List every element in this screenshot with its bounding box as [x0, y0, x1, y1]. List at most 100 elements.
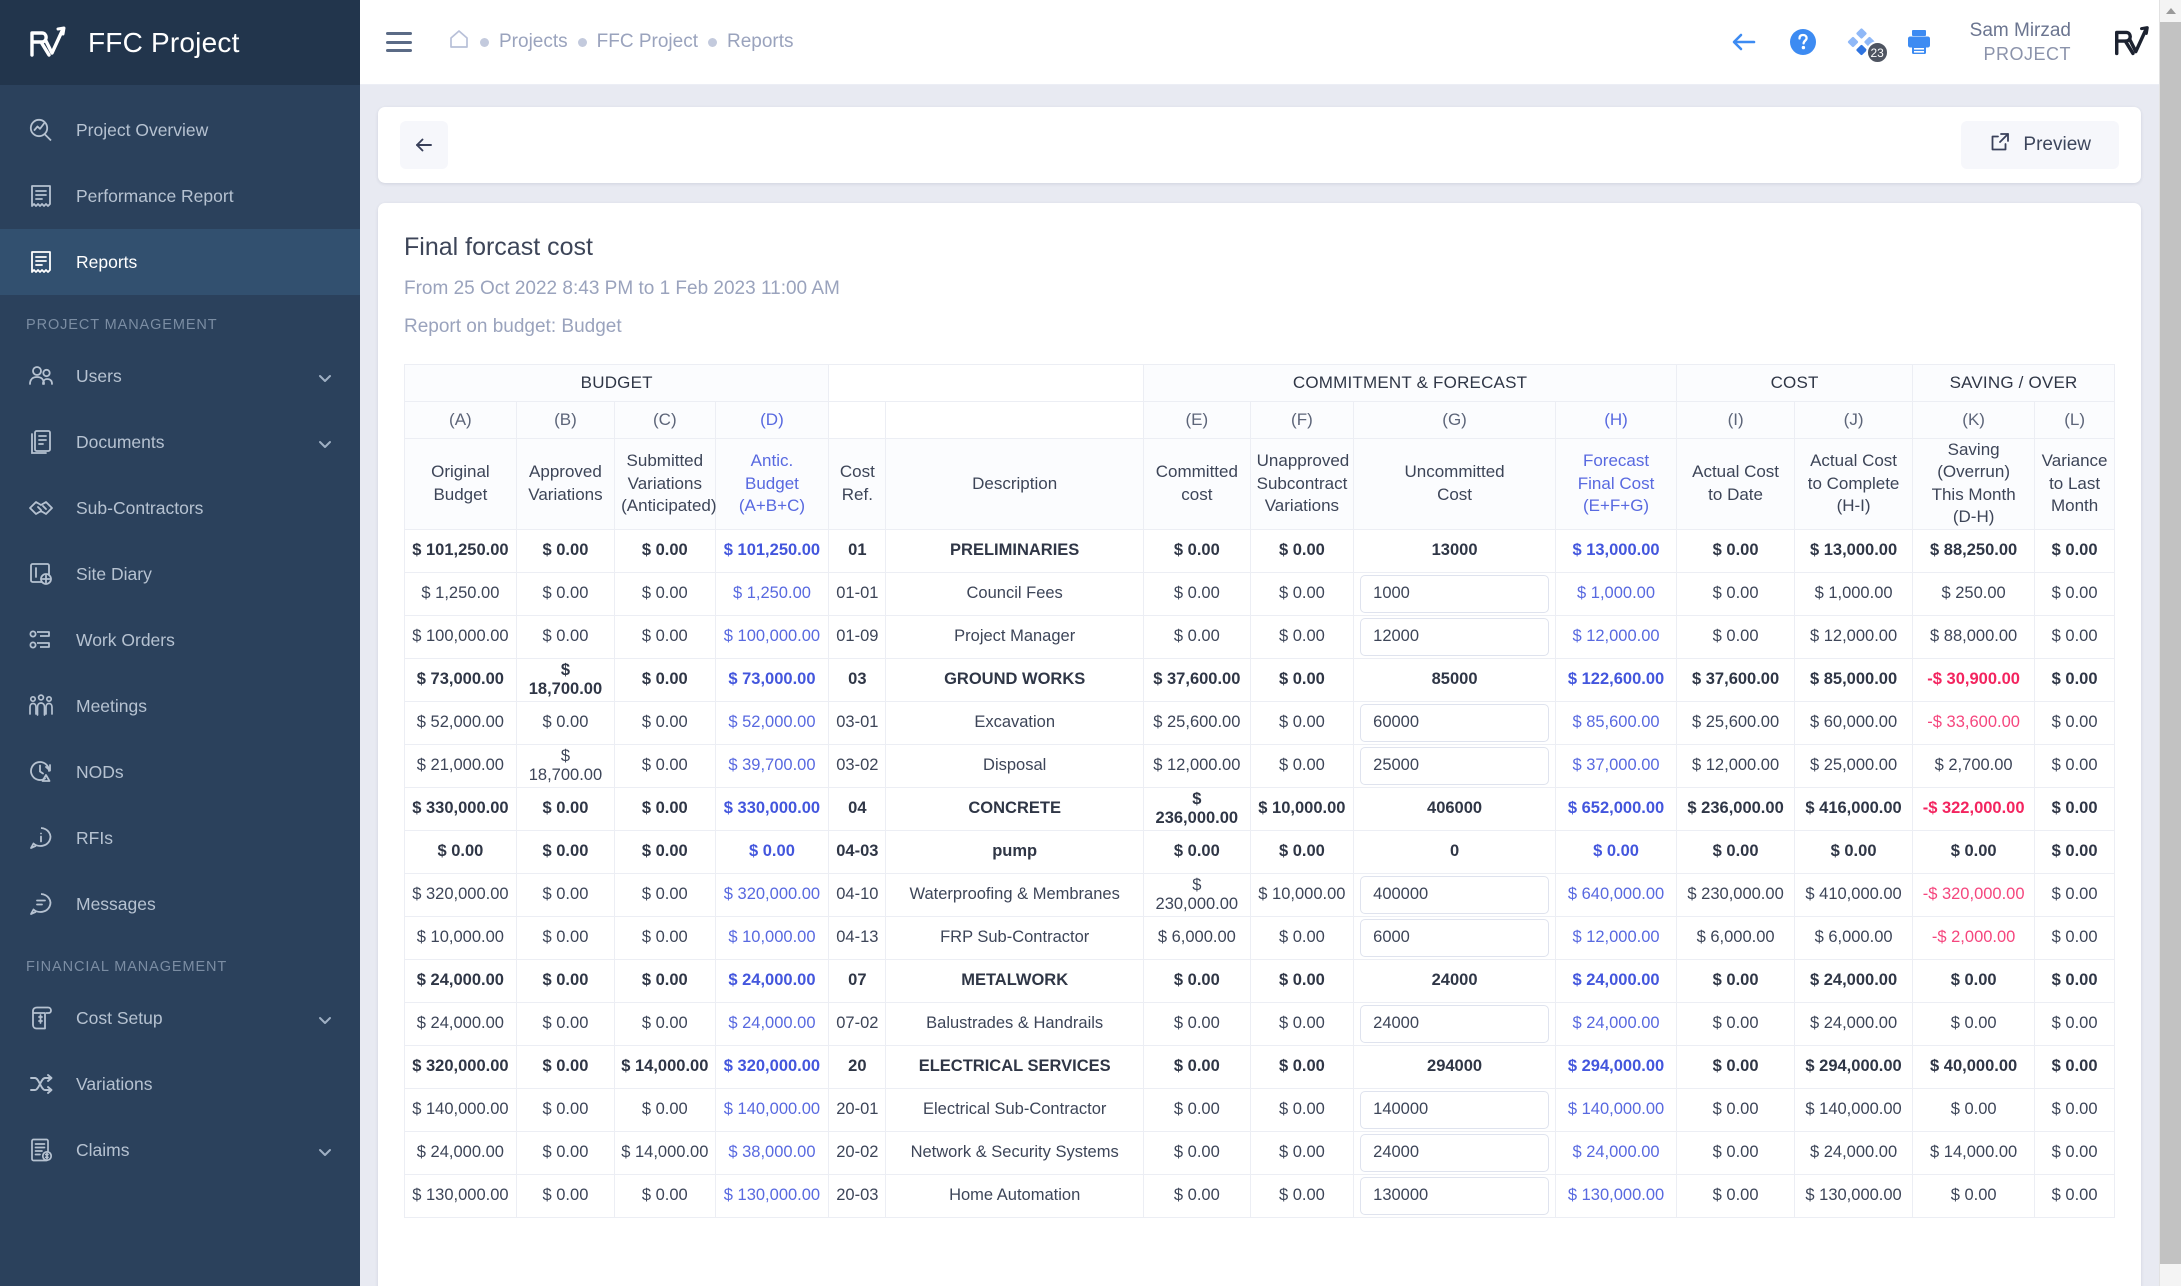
apps-grid-icon[interactable]: 23: [1846, 27, 1889, 64]
sidebar-item-users[interactable]: Users: [0, 343, 360, 409]
help-icon[interactable]: [1788, 27, 1818, 57]
cell-committed-cost: $ 0.00: [1143, 1087, 1251, 1132]
back-arrow-icon[interactable]: [1728, 26, 1760, 58]
cell-antic-budget: $ 101,250.00: [714, 528, 830, 573]
sidebar-item-label: Sub-Contractors: [76, 497, 204, 518]
chevron-down-icon[interactable]: [318, 435, 332, 449]
preview-button[interactable]: Preview: [1961, 121, 2119, 169]
uncommitted-cost-input[interactable]: [1360, 746, 1549, 785]
preview-button-label: Preview: [2023, 134, 2091, 155]
scrollbar-thumb[interactable]: [2160, 22, 2181, 1264]
cell-actual-cost-to-complete: $ 1,000.00: [1794, 571, 1914, 616]
sidebar-brand[interactable]: FFC Project: [0, 0, 360, 85]
cell-submitted-variations: $ 0.00: [614, 829, 716, 874]
cell-uncommitted-cost: 294000: [1353, 1044, 1556, 1089]
back-button[interactable]: [400, 121, 448, 169]
cell-uncommitted-cost[interactable]: [1353, 614, 1556, 659]
sidebar-item-reports[interactable]: Reports: [0, 229, 360, 295]
breadcrumb-item-projects[interactable]: Projects: [499, 31, 568, 53]
cell-uncommitted-cost[interactable]: [1353, 743, 1556, 788]
sidebar-item-nods[interactable]: NODs: [0, 739, 360, 805]
cell-original-budget: $ 52,000.00: [404, 700, 517, 745]
sidebar-item-cost-setup[interactable]: Cost Setup: [0, 985, 360, 1051]
cell-submitted-variations: $ 0.00: [614, 700, 716, 745]
main-area: Projects FFC Project Reports 23 Sam Mirz…: [360, 0, 2181, 1286]
cell-variance-to-last-month: $ 0.00: [2034, 1087, 2115, 1132]
home-icon[interactable]: [448, 28, 470, 56]
chevron-down-icon[interactable]: [318, 369, 332, 383]
cell-unapproved-subcontract-variations: $ 0.00: [1249, 915, 1355, 960]
sidebar-item-label: Claims: [76, 1139, 130, 1160]
chevron-down-icon[interactable]: [318, 1143, 332, 1157]
cell-approved-variations: $ 0.00: [515, 958, 616, 1003]
sidebar-item-site-diary[interactable]: Site Diary: [0, 541, 360, 607]
user-role: PROJECT: [1983, 43, 2071, 64]
cell-uncommitted-cost[interactable]: [1353, 1173, 1556, 1218]
cell-submitted-variations: $ 0.00: [614, 1173, 716, 1218]
cell-variance-to-last-month: $ 0.00: [2034, 1001, 2115, 1046]
cell-committed-cost: $ 0.00: [1143, 571, 1251, 616]
shuffle-icon: [26, 1069, 56, 1099]
user-info[interactable]: Sam Mirzad PROJECT: [1970, 19, 2071, 65]
breadcrumb-item-ffc-project[interactable]: FFC Project: [597, 31, 698, 53]
cell-uncommitted-cost[interactable]: [1353, 571, 1556, 616]
cell-unapproved-subcontract-variations: $ 0.00: [1249, 614, 1355, 659]
breadcrumb-item-reports[interactable]: Reports: [727, 31, 794, 53]
cell-uncommitted-cost[interactable]: [1353, 700, 1556, 745]
cell-saving-overrun-this-month: $ 0.00: [1912, 1001, 2036, 1046]
table-row: $ 320,000.00 $ 0.00 $ 14,000.00 $ 320,000.0…: [404, 1044, 2115, 1089]
cell-actual-cost-to-complete: $ 12,000.00: [1794, 614, 1914, 659]
uncommitted-cost-input[interactable]: [1360, 1133, 1549, 1172]
cell-description: pump: [885, 829, 1145, 874]
cell-antic-budget: $ 24,000.00: [714, 958, 830, 1003]
cell-uncommitted-cost[interactable]: [1353, 872, 1556, 917]
uncommitted-cost-input[interactable]: [1360, 1090, 1549, 1129]
uncommitted-cost-input[interactable]: [1360, 617, 1549, 656]
cell-cost-ref: 04-13: [828, 915, 887, 960]
cell-description: Disposal: [885, 743, 1145, 788]
sidebar-item-messages[interactable]: Messages: [0, 871, 360, 937]
cell-saving-overrun-this-month: -$ 320,000.00: [1912, 872, 2036, 917]
uncommitted-cost-input[interactable]: [1360, 1004, 1549, 1043]
cell-approved-variations: $ 0.00: [515, 915, 616, 960]
sidebar-item-project-overview[interactable]: Project Overview: [0, 97, 360, 163]
scroll-up-button[interactable]: [2160, 0, 2181, 22]
cell-forecast-final-cost: $ 37,000.00: [1554, 743, 1678, 788]
col-header-cost-ref: Cost Ref.: [828, 438, 887, 530]
table-header-row: Original Budget Approved Variations Submit…: [404, 438, 2115, 530]
uncommitted-cost-input[interactable]: [1360, 875, 1549, 914]
cell-committed-cost: $ 0.00: [1143, 1173, 1251, 1218]
sidebar-item-sub-contractors[interactable]: Sub-Contractors: [0, 475, 360, 541]
sidebar-item-performance-report[interactable]: Performance Report: [0, 163, 360, 229]
sidebar-item-variations[interactable]: Variations: [0, 1051, 360, 1117]
cell-actual-cost-to-date: $ 25,600.00: [1676, 700, 1796, 745]
col-letter-k: (K): [1912, 401, 2036, 439]
sidebar-item-documents[interactable]: Documents: [0, 409, 360, 475]
sidebar-item-rfis[interactable]: RFIs: [0, 805, 360, 871]
uncommitted-cost-input[interactable]: [1360, 918, 1549, 957]
cell-uncommitted-cost[interactable]: [1353, 915, 1556, 960]
cell-description: CONCRETE: [885, 786, 1145, 831]
uncommitted-cost-input[interactable]: [1360, 703, 1549, 742]
sidebar-item-claims[interactable]: Claims: [0, 1117, 360, 1183]
cell-uncommitted-cost[interactable]: [1353, 1130, 1556, 1175]
uncommitted-cost-input[interactable]: [1360, 574, 1549, 613]
print-icon[interactable]: [1904, 27, 1934, 57]
topbar-actions: 23 Sam Mirzad PROJECT: [1728, 19, 2153, 65]
cell-uncommitted-cost[interactable]: [1353, 1087, 1556, 1132]
sidebar-item-work-orders[interactable]: Work Orders: [0, 607, 360, 673]
cell-original-budget: $ 330,000.00: [404, 786, 517, 831]
menu-toggle-icon[interactable]: [386, 32, 412, 52]
table-row: $ 21,000.00 $ 18,700.00 $ 0.00 $ 39,700.00 0…: [404, 743, 2115, 788]
cell-approved-variations: $ 0.00: [515, 614, 616, 659]
chevron-down-icon[interactable]: [318, 1011, 332, 1025]
cell-antic-budget: $ 38,000.00: [714, 1130, 830, 1175]
vertical-scrollbar[interactable]: [2159, 0, 2181, 1286]
sidebar-item-meetings[interactable]: Meetings: [0, 673, 360, 739]
cell-unapproved-subcontract-variations: $ 0.00: [1249, 657, 1355, 702]
cell-submitted-variations: $ 0.00: [614, 614, 716, 659]
cell-cost-ref: 03-01: [828, 700, 887, 745]
cell-uncommitted-cost[interactable]: [1353, 1001, 1556, 1046]
uncommitted-cost-input[interactable]: [1360, 1176, 1549, 1215]
cell-description: PRELIMINARIES: [885, 528, 1145, 573]
